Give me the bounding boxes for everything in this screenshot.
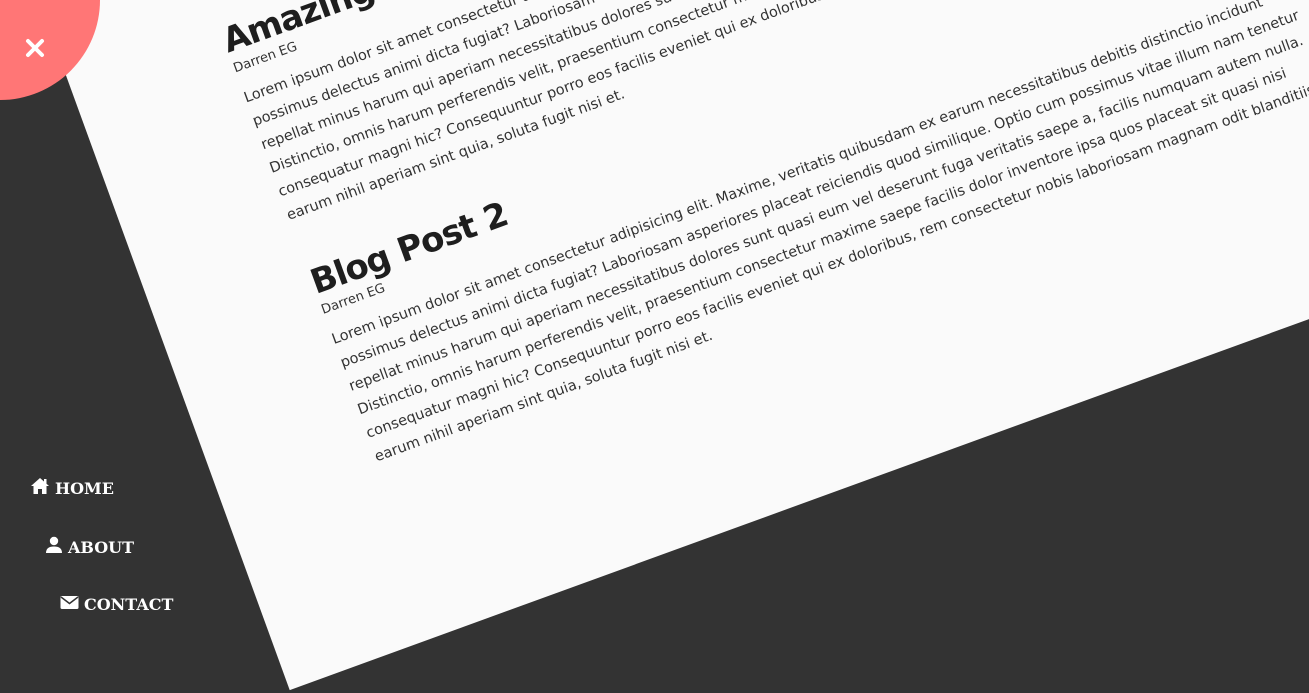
home-icon	[30, 477, 55, 499]
nav-item-about[interactable]: ABOUT	[45, 536, 134, 558]
page-wrapper: Amazing Blog Post 1 Darren EG Lorem ipsu…	[0, 0, 1309, 693]
close-icon[interactable]	[25, 38, 45, 58]
content-sheet: Amazing Blog Post 1 Darren EG Lorem ipsu…	[0, 0, 1309, 691]
envelope-icon	[60, 595, 84, 614]
user-icon	[45, 536, 68, 558]
nav-label-contact: CONTACT	[84, 595, 174, 614]
nav-label-about: ABOUT	[68, 537, 135, 557]
nav-item-home[interactable]: HOME	[30, 477, 114, 499]
posts-container: Amazing Blog Post 1 Darren EG Lorem ipsu…	[217, 0, 1309, 508]
nav-item-contact[interactable]: CONTACT	[60, 595, 173, 614]
nav-label-home: HOME	[55, 478, 114, 498]
